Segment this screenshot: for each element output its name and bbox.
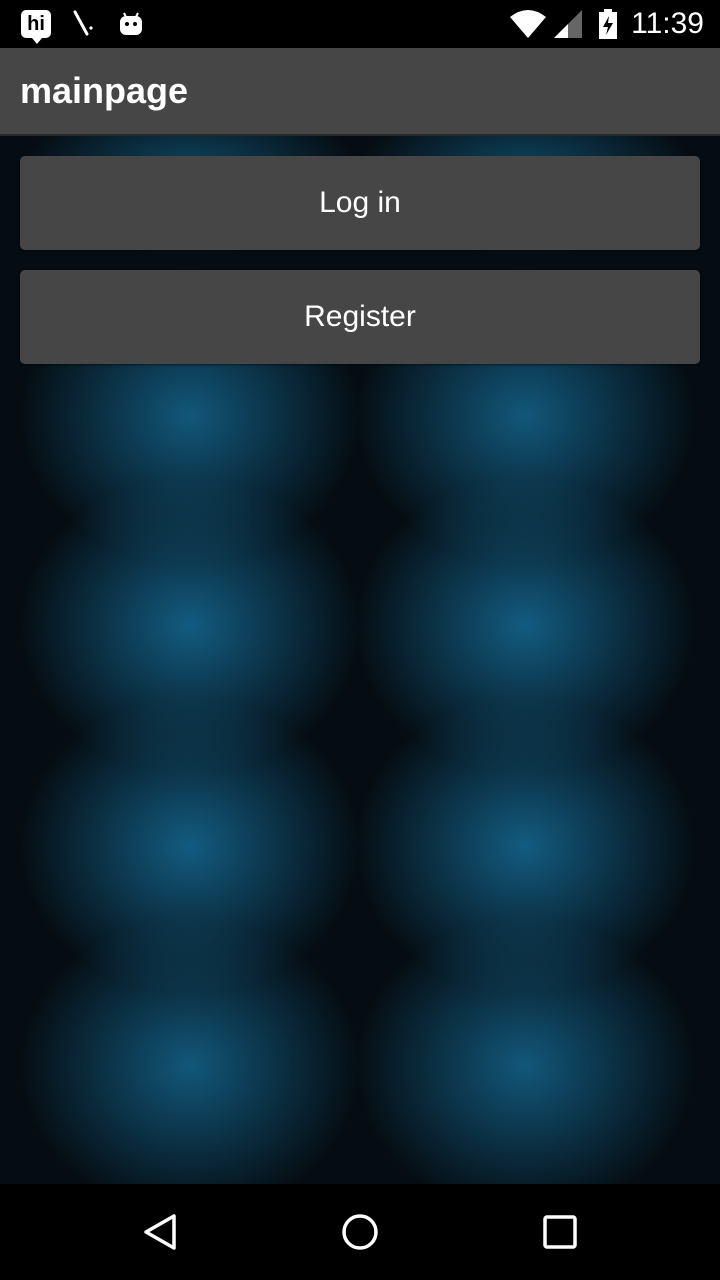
status-bar: hi 11:39 xyxy=(0,0,720,48)
signal-icon xyxy=(552,0,584,48)
navigation-bar xyxy=(0,1184,720,1280)
login-button[interactable]: Log in xyxy=(20,156,700,250)
hi-app-icon: hi xyxy=(20,0,52,48)
back-icon[interactable] xyxy=(100,1184,220,1280)
app-bar: mainpage xyxy=(0,48,720,136)
register-button[interactable]: Register xyxy=(20,270,700,364)
android-debug-icon xyxy=(116,0,146,48)
pen-icon xyxy=(68,0,98,48)
clock: 11:39 xyxy=(631,7,704,40)
page-title: mainpage xyxy=(20,70,189,111)
recents-icon[interactable] xyxy=(500,1184,620,1280)
home-icon[interactable] xyxy=(300,1184,420,1280)
wifi-icon xyxy=(508,0,548,48)
battery-charging-icon xyxy=(596,0,620,48)
main-content: Log in Register xyxy=(0,136,720,1184)
screen: hi 11:39 mainpage Log in Register xyxy=(0,0,720,1280)
hi-app-icon-label: hi xyxy=(21,10,51,44)
